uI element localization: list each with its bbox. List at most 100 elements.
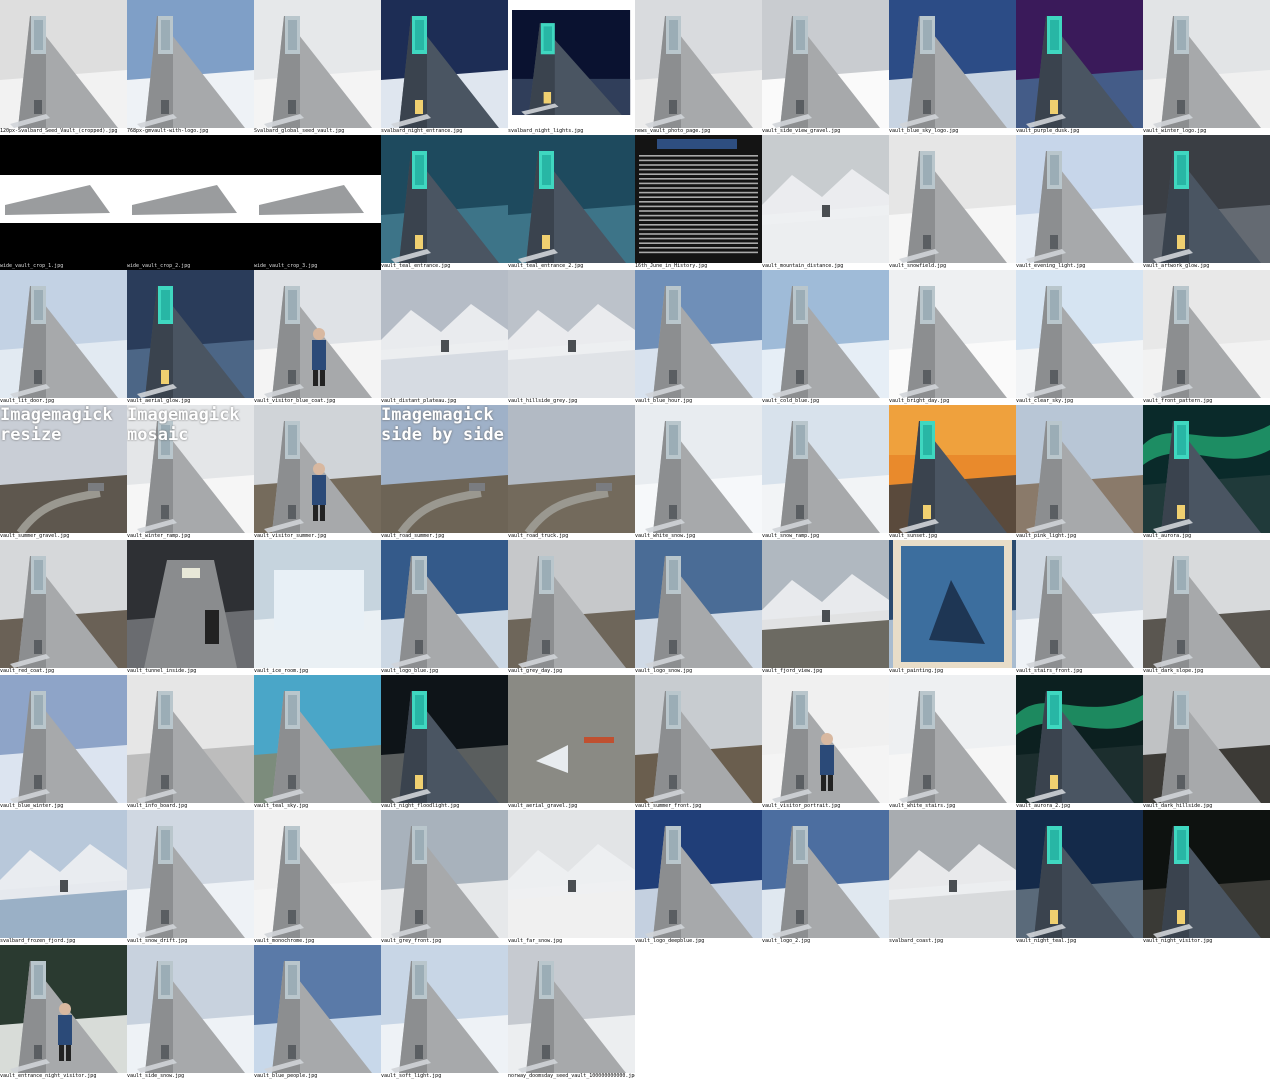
thumbnail-image: [635, 540, 762, 668]
thumbnail-cell[interactable]: vault_blue_people.jpg: [254, 945, 381, 1080]
thumbnail-cell[interactable]: vault_cold_blue.jpg: [762, 270, 889, 405]
thumbnail-cell[interactable]: vault_purple_dusk.jpg: [1016, 0, 1143, 135]
thumbnail-cell[interactable]: norway_doomsday_seed_vault_100000000000.…: [508, 945, 635, 1080]
thumbnail-cell[interactable]: vault_aerial_gravel.jpg: [508, 675, 635, 810]
thumbnail-cell[interactable]: vault_pink_light.jpg: [1016, 405, 1143, 540]
thumbnail-cell[interactable]: vault_white_stairs.jpg: [889, 675, 1016, 810]
thumbnail-image: [381, 0, 508, 128]
thumbnail-cell[interactable]: vault_white_snow.jpg: [635, 405, 762, 540]
thumbnail-cell[interactable]: vault_aurora_2.jpg: [1016, 675, 1143, 810]
thumbnail-photo: [254, 675, 381, 803]
thumbnail-cell[interactable]: vault_blue_hour.jpg: [635, 270, 762, 405]
thumbnail-cell[interactable]: vault_night_teal.jpg: [1016, 810, 1143, 945]
thumbnail-cell[interactable]: vault_teal_entrance_2.jpg: [508, 135, 635, 270]
thumbnail-cell[interactable]: wide_vault_crop_3.jpg: [254, 135, 381, 270]
thumbnail-cell[interactable]: wide_vault_crop_2.jpg: [127, 135, 254, 270]
thumbnail-cell[interactable]: vault_road_truck.jpg: [508, 405, 635, 540]
thumbnail-cell[interactable]: vault_snowfield.jpg: [889, 135, 1016, 270]
thumbnail-cell[interactable]: vault_logo_snow.jpg: [635, 540, 762, 675]
thumbnail-cell[interactable]: vault_winter_logo.jpg: [1143, 0, 1270, 135]
thumbnail-photo: [889, 540, 1016, 668]
thumbnail-cell[interactable]: svalbard_coast.jpg: [889, 810, 1016, 945]
thumbnail-cell[interactable]: vault_painting.jpg: [889, 540, 1016, 675]
thumbnail-cell[interactable]: Imagemagick mosaic vault_winter_ramp.jpg: [127, 405, 254, 540]
thumbnail-photo: [254, 405, 381, 533]
thumbnail-caption: vault_logo_blue.jpg: [381, 668, 439, 674]
thumbnail-cell[interactable]: vault_night_visitor.jpg: [1143, 810, 1270, 945]
thumbnail-cell[interactable]: vault_artwork_glow.jpg: [1143, 135, 1270, 270]
thumbnail-image: [889, 675, 1016, 803]
thumbnail-cell[interactable]: vault_visitor_blue_coat.jpg: [254, 270, 381, 405]
thumbnail-cell[interactable]: vault_snow_ramp.jpg: [762, 405, 889, 540]
thumbnail-cell[interactable]: vault_side_view_gravel.jpg: [762, 0, 889, 135]
thumbnail-cell[interactable]: vault_logo_blue.jpg: [381, 540, 508, 675]
thumbnail-grid: 120px-Svalbard_Seed_Vault_(cropped).jpg 7…: [0, 0, 1274, 1080]
thumbnail-cell[interactable]: vault_summer_front.jpg: [635, 675, 762, 810]
thumbnail-image: [254, 270, 381, 398]
thumbnail-cell[interactable]: vault_entrance_night_visitor.jpg: [0, 945, 127, 1080]
thumbnail-cell[interactable]: vault_red_coat.jpg: [0, 540, 127, 675]
thumbnail-cell[interactable]: 16th_June_in_History.jpg: [635, 135, 762, 270]
thumbnail-cell[interactable]: vault_fjord_view.jpg: [762, 540, 889, 675]
thumbnail-cell[interactable]: vault_aerial_glow.jpg: [127, 270, 254, 405]
thumbnail-cell[interactable]: vault_monochrome.jpg: [254, 810, 381, 945]
thumbnail-cell[interactable]: svalbard_night_lights.jpg: [508, 0, 635, 135]
thumbnail-caption: vault_mountain_distance.jpg: [762, 263, 844, 269]
thumbnail-cell[interactable]: vault_blue_winter.jpg: [0, 675, 127, 810]
thumbnail-cell[interactable]: vault_blue_sky_logo.jpg: [889, 0, 1016, 135]
thumbnail-cell[interactable]: vault_visitor_summer.jpg: [254, 405, 381, 540]
thumbnail-image: [762, 0, 889, 128]
thumbnail-cell[interactable]: vault_aurora.jpg: [1143, 405, 1270, 540]
thumbnail-cell[interactable]: vault_info_board.jpg: [127, 675, 254, 810]
thumbnail-cell[interactable]: vault_teal_entrance.jpg: [381, 135, 508, 270]
thumbnail-caption: vault_soft_light.jpg: [381, 1073, 442, 1079]
thumbnail-cell[interactable]: 120px-Svalbard_Seed_Vault_(cropped).jpg: [0, 0, 127, 135]
thumbnail-cell[interactable]: vault_teal_sky.jpg: [254, 675, 381, 810]
thumbnail-cell[interactable]: vault_hillside_grey.jpg: [508, 270, 635, 405]
thumbnail-photo: [1143, 135, 1270, 263]
thumbnail-cell[interactable]: vault_dark_slope.jpg: [1143, 540, 1270, 675]
thumbnail-cell[interactable]: Svalbard_global_seed_vault.jpg: [254, 0, 381, 135]
thumbnail-cell[interactable]: vault_snow_drift.jpg: [127, 810, 254, 945]
thumbnail-cell[interactable]: vault_grey_day.jpg: [508, 540, 635, 675]
thumbnail-photo: [762, 540, 889, 668]
thumbnail-cell[interactable]: vault_soft_light.jpg: [381, 945, 508, 1080]
thumbnail-cell[interactable]: svalbard_night_entrance.jpg: [381, 0, 508, 135]
thumbnail-cell[interactable]: vault_logo_2.jpg: [762, 810, 889, 945]
thumbnail-cell[interactable]: vault_clear_sky.jpg: [1016, 270, 1143, 405]
thumbnail-cell[interactable]: vault_evening_light.jpg: [1016, 135, 1143, 270]
thumbnail-image: [254, 810, 381, 938]
thumbnail-cell[interactable]: vault_dark_hillside.jpg: [1143, 675, 1270, 810]
thumbnail-cell[interactable]: vault_stairs_front.jpg: [1016, 540, 1143, 675]
thumbnail-cell[interactable]: Imagemagick side by side vault_road_summe…: [381, 405, 508, 540]
thumbnail-cell[interactable]: vault_mountain_distance.jpg: [762, 135, 889, 270]
thumbnail-cell[interactable]: vault_bright_day.jpg: [889, 270, 1016, 405]
thumbnail-cell[interactable]: vault_far_snow.jpg: [508, 810, 635, 945]
thumbnail-cell[interactable]: vault_side_snow.jpg: [127, 945, 254, 1080]
thumbnail-cell[interactable]: vault_night_floodlight.jpg: [381, 675, 508, 810]
thumbnail-caption: vault_road_summer.jpg: [381, 533, 445, 539]
thumbnail-cell[interactable]: svalbard_frozen_fjord.jpg: [0, 810, 127, 945]
thumbnail-cell[interactable]: vault_tunnel_inside.jpg: [127, 540, 254, 675]
thumbnail-caption: vault_info_board.jpg: [127, 803, 188, 809]
thumbnail-image: [762, 405, 889, 533]
thumbnail-cell[interactable]: vault_sunset.jpg: [889, 405, 1016, 540]
thumbnail-cell[interactable]: Imagemagick resize vault_summer_gravel.jp…: [0, 405, 127, 540]
thumbnail-cell[interactable]: vault_grey_front.jpg: [381, 810, 508, 945]
thumbnail-cell[interactable]: 768px-gmvault-with-logo.jpg: [127, 0, 254, 135]
thumbnail-cell[interactable]: wide_vault_crop_1.jpg: [0, 135, 127, 270]
thumbnail-cell[interactable]: vault_logo_deepblue.jpg: [635, 810, 762, 945]
thumbnail-image: [635, 0, 762, 128]
thumbnail-cell[interactable]: vault_visitor_portrait.jpg: [762, 675, 889, 810]
thumbnail-photo: [508, 540, 635, 668]
thumbnail-caption: vault_white_snow.jpg: [635, 533, 696, 539]
thumbnail-caption: vault_blue_winter.jpg: [0, 803, 64, 809]
thumbnail-caption: wide_vault_crop_2.jpg: [127, 263, 254, 270]
thumbnail-cell[interactable]: vault_distant_plateau.jpg: [381, 270, 508, 405]
thumbnail-image: [127, 270, 254, 398]
thumbnail-cell[interactable]: news_vault_photo_page.jpg: [635, 0, 762, 135]
thumbnail-photo: [0, 945, 127, 1073]
thumbnail-cell[interactable]: vault_front_pattern.jpg: [1143, 270, 1270, 405]
thumbnail-cell[interactable]: vault_ice_room.jpg: [254, 540, 381, 675]
thumbnail-cell[interactable]: vault_lit_door.jpg: [0, 270, 127, 405]
